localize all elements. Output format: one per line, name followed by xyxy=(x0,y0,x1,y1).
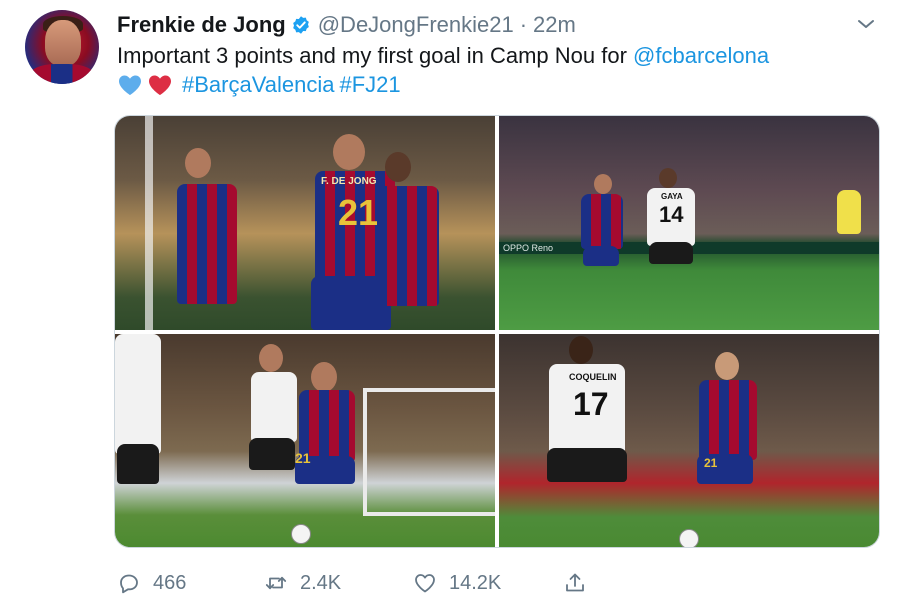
share-icon xyxy=(566,573,584,592)
goal-frame xyxy=(363,388,495,516)
photo-3[interactable]: 21 xyxy=(115,334,495,547)
player-head xyxy=(259,344,283,372)
heart-icon xyxy=(415,574,435,593)
photo-4[interactable]: 17 COQUELIN 21 xyxy=(499,334,879,547)
retweet-icon xyxy=(265,576,287,590)
goal-post xyxy=(145,116,153,330)
separator-dot: · xyxy=(519,12,528,37)
player-head xyxy=(659,168,677,188)
player-head xyxy=(311,362,337,392)
referee xyxy=(837,190,861,234)
mention-fcbarcelona[interactable]: @fcbarcelona xyxy=(633,43,769,68)
verified-badge-icon xyxy=(291,15,311,35)
avatar-shirt xyxy=(29,64,95,84)
tweet-header: Frenkie de Jong @DeJongFrenkie21 · 22m xyxy=(117,10,576,40)
share-button[interactable] xyxy=(563,567,587,599)
jersey-number: 21 xyxy=(295,450,311,466)
jersey-number: 21 xyxy=(704,456,718,470)
jersey-number: 17 xyxy=(573,386,609,422)
retweet-count: 2.4K xyxy=(300,571,342,594)
player-fati xyxy=(377,186,439,306)
photo-2[interactable]: OPPO Reno 14 GAYA xyxy=(499,116,879,330)
chevron-down-icon[interactable] xyxy=(856,14,876,34)
player-shorts xyxy=(249,438,295,470)
action-bar: 466 2.4K 14.2K xyxy=(117,567,597,599)
player-valencia xyxy=(251,372,297,442)
hashtag-barcavalencia[interactable]: #BarçaValencia xyxy=(182,71,334,99)
player-alba xyxy=(177,184,237,304)
media-grid: 21 F. DE JONG OPPO Reno 14 GAYA 21 17 CO… xyxy=(114,115,880,548)
jersey-name: F. DE JONG xyxy=(321,176,377,187)
player-valencia xyxy=(115,334,161,454)
football xyxy=(679,529,699,547)
avatar[interactable] xyxy=(25,10,99,84)
jersey-name: COQUELIN xyxy=(569,372,617,382)
reply-icon xyxy=(120,574,138,594)
player-head xyxy=(185,148,211,178)
player-head xyxy=(715,352,739,380)
tweet-card: Frenkie de Jong @DeJongFrenkie21 · 22m I… xyxy=(0,0,901,613)
jersey-number: 21 xyxy=(338,192,379,233)
tweet-timestamp[interactable]: 22m xyxy=(533,12,576,38)
tweet-text-line2: #BarçaValencia #FJ21 xyxy=(117,71,401,99)
avatar-face xyxy=(45,20,81,66)
author-handle[interactable]: @DeJongFrenkie21 xyxy=(318,12,514,38)
jersey-number: 14 xyxy=(659,202,684,227)
player-shorts xyxy=(649,242,693,264)
player-shorts xyxy=(117,444,159,484)
blue-heart-icon xyxy=(117,73,143,97)
player-shorts xyxy=(583,246,619,266)
jersey-name: GAYA xyxy=(661,192,683,201)
like-count: 14.2K xyxy=(449,571,502,594)
player-de-jong xyxy=(581,194,623,249)
player-head xyxy=(569,336,593,364)
tweet-text-line1: Important 3 points and my first goal in … xyxy=(117,42,769,70)
player-shorts xyxy=(547,448,627,482)
hashtag-fj21[interactable]: #FJ21 xyxy=(339,71,400,99)
player-head xyxy=(385,152,411,182)
football xyxy=(291,524,311,544)
retweet-button[interactable]: 2.4K xyxy=(264,567,341,599)
reply-count: 466 xyxy=(153,571,187,594)
red-heart-icon xyxy=(147,73,173,97)
tweet-text: Important 3 points and my first goal in … xyxy=(117,43,627,68)
photo-1[interactable]: 21 F. DE JONG xyxy=(115,116,495,330)
player-head xyxy=(333,134,365,170)
author-name[interactable]: Frenkie de Jong xyxy=(117,12,286,38)
player-head xyxy=(594,174,612,194)
reply-button[interactable]: 466 xyxy=(117,567,186,599)
like-button[interactable]: 14.2K xyxy=(413,567,501,599)
player-de-jong xyxy=(699,380,757,460)
